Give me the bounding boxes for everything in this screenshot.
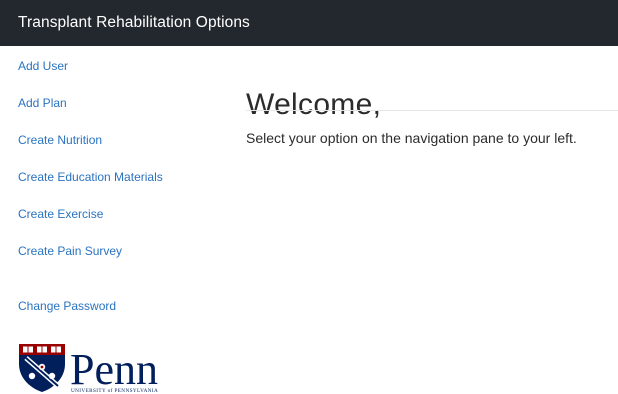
sidebar-item-create-education-materials[interactable]: Create Education Materials	[18, 170, 163, 184]
penn-shield-icon	[19, 344, 65, 392]
penn-logo-graphic: Penn UNIVERSITY of PENNSYLVANIA	[19, 344, 158, 394]
page-title: Welcome,	[246, 88, 382, 122]
sidebar-item-create-exercise[interactable]: Create Exercise	[18, 207, 103, 221]
welcome-message: Select your option on the navigation pan…	[246, 130, 577, 146]
app-title: Transplant Rehabilitation Options	[18, 14, 250, 31]
penn-logo: Penn UNIVERSITY of PENNSYLVANIA	[18, 340, 183, 394]
sidebar-item-add-plan[interactable]: Add Plan	[18, 96, 67, 110]
penn-subtitle: UNIVERSITY of PENNSYLVANIA	[71, 387, 158, 394]
sidebar-item-change-password[interactable]: Change Password	[18, 299, 116, 313]
sidebar-item-add-user[interactable]: Add User	[18, 59, 68, 73]
divider	[246, 110, 618, 111]
sidebar-item-create-nutrition[interactable]: Create Nutrition	[18, 133, 102, 147]
penn-wordmark: Penn	[70, 345, 158, 394]
top-navbar: Transplant Rehabilitation Options	[0, 0, 618, 46]
sidebar-item-create-pain-survey[interactable]: Create Pain Survey	[18, 244, 122, 258]
